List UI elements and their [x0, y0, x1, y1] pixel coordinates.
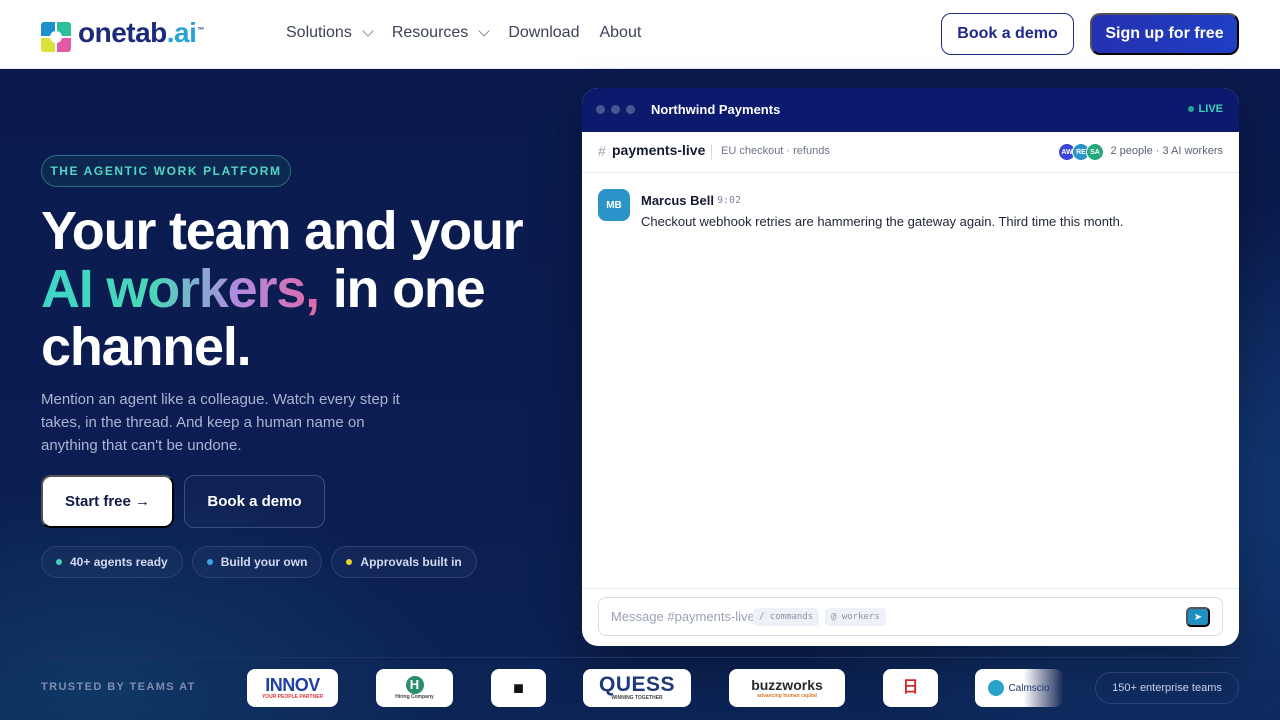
book-demo-button[interactable]: Book a demo [941, 13, 1074, 55]
commands-chip[interactable]: / commands [753, 608, 820, 626]
feature-pill: 40+ agents ready [41, 546, 183, 578]
app-preview-window: Northwind Payments LIVE # payments-live … [582, 88, 1239, 646]
hash-icon: # [598, 143, 606, 159]
live-dot-icon [1187, 106, 1194, 112]
member-count: 2 people · 3 AI workers [1110, 145, 1223, 157]
customer-logo: INNOV YOUR PEOPLE PARTNER [247, 669, 338, 707]
headline-highlight: AI workers, [41, 259, 320, 319]
divider [41, 657, 1239, 658]
divider [711, 144, 712, 160]
globe-icon [988, 680, 1005, 696]
brand-logo[interactable]: onetab.ai™ [41, 18, 204, 56]
trusted-label: TRUSTED BY TEAMS AT [41, 681, 196, 693]
window-controls [596, 105, 641, 114]
nav-links: Solutions Resources Download About [286, 24, 661, 42]
status-dot-icon [56, 559, 62, 565]
hero-headline: Your team and your AI workers, in one ch… [41, 201, 524, 377]
brand-name: onetab.ai™ [78, 17, 204, 48]
customer-logo: buzzworks advancing human capital [729, 669, 845, 707]
avatar: MB [598, 189, 630, 221]
nav-item-about[interactable]: About [599, 24, 641, 42]
top-nav: onetab.ai™ Solutions Resources Download … [0, 0, 1280, 69]
signup-button[interactable]: Sign up for free [1090, 13, 1239, 55]
customer-logo: Calmscio [975, 669, 1063, 707]
start-free-button[interactable]: Start free → [41, 475, 174, 528]
nav-item-solutions[interactable]: Solutions [286, 24, 374, 42]
window-dot-icon [596, 105, 605, 114]
avatar: SA [1086, 143, 1104, 161]
window-dot-icon [626, 105, 635, 114]
channel-name[interactable]: payments-live [612, 142, 705, 158]
message-timestamp: 9:02 [717, 195, 742, 206]
enterprise-count-badge: 150+ enterprise teams [1095, 672, 1239, 704]
customer-logo: H Hiring Company [376, 669, 453, 707]
member-avatars[interactable]: AW RE SA [1058, 143, 1104, 161]
workers-chip[interactable]: @ workers [825, 608, 886, 626]
message-text: Checkout webhook retries are hammering t… [641, 214, 1124, 229]
live-badge: LIVE [1187, 103, 1223, 115]
chevron-down-icon [362, 24, 374, 37]
message-author[interactable]: Marcus Bell [641, 193, 714, 208]
channel-description: EU checkout · refunds [721, 145, 830, 157]
feature-pill: Build your own [191, 546, 323, 578]
send-icon[interactable]: ➤ [1186, 607, 1210, 627]
hero-eyebrow: THE AGENTIC WORK PLATFORM [41, 155, 291, 187]
hero-book-demo-button[interactable]: Book a demo [184, 475, 325, 528]
customer-logo: 日 [883, 669, 938, 707]
window-dot-icon [611, 105, 620, 114]
customer-logo: ■ [491, 669, 546, 707]
chevron-down-icon [478, 24, 490, 37]
nav-item-download[interactable]: Download [508, 24, 579, 42]
feature-pills: 40+ agents ready Build your own Approval… [41, 546, 486, 578]
composer-placeholder: Message #payments-live [611, 609, 755, 624]
nav-item-resources[interactable]: Resources [392, 24, 490, 42]
divider [582, 588, 1239, 589]
customer-logo: QUESS WINNING TOGETHER [583, 669, 691, 707]
workspace-name: Northwind Payments [651, 102, 781, 117]
logo-mark-icon [41, 22, 71, 52]
status-dot-icon [346, 559, 353, 565]
window-titlebar: Northwind Payments LIVE [582, 88, 1239, 132]
feature-pill: Approvals built in [331, 546, 477, 578]
message-composer[interactable]: Message #payments-live / commands @ work… [598, 597, 1223, 636]
hero-subcopy: Mention an agent like a colleague. Watch… [41, 391, 400, 454]
status-dot-icon [206, 559, 213, 565]
channel-header: # payments-live EU checkout · refunds AW… [582, 132, 1239, 173]
